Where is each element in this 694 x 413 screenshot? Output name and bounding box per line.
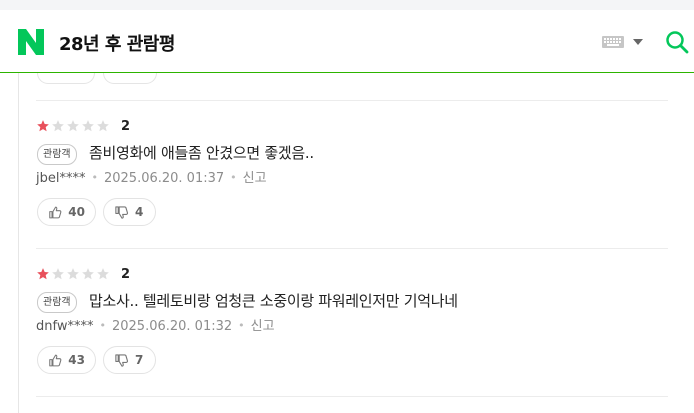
separator-dot: •: [238, 319, 245, 332]
star-rating: [36, 119, 110, 135]
previous-dislike-button[interactable]: [103, 73, 157, 84]
review-item: 2 관람객 좀비영화에 애들좀 안겼으면 좋겠음.. jbel**** • 2025…: [36, 119, 676, 259]
star-empty-icon: [52, 120, 64, 132]
page-title: 28년 후 관람평: [59, 34, 175, 55]
rating-score: 2: [121, 267, 131, 282]
star-empty-icon: [67, 268, 79, 280]
review-item: 2 관람객 맙소사.. 텔레토비랑 엄청큰 소중이랑 파워레인저만 기억나네 d…: [36, 267, 676, 407]
separator-dot: •: [230, 171, 237, 184]
review-user[interactable]: jbel****: [36, 171, 85, 186]
star-empty-icon: [97, 268, 109, 280]
like-count: 43: [68, 353, 85, 367]
review-date: 2025.06.20. 01:37: [103, 171, 225, 186]
review-date: 2025.06.20. 01:32: [111, 319, 233, 334]
review-meta: dnfw**** • 2025.06.20. 01:32 • 신고: [36, 315, 275, 334]
review-text: 좀비영화에 애들좀 안겼으면 좋겠음..: [89, 144, 314, 162]
dislike-count: 4: [135, 205, 144, 219]
divider: [36, 248, 668, 249]
dropdown-caret-icon[interactable]: [633, 39, 643, 46]
star-empty-icon: [67, 120, 79, 132]
previous-like-button[interactable]: [37, 73, 95, 84]
left-border: [18, 73, 19, 413]
star-empty-icon: [97, 120, 109, 132]
separator-dot: •: [99, 319, 106, 332]
dislike-button[interactable]: 4: [103, 198, 156, 226]
thumbs-up-icon: [49, 354, 62, 366]
star-empty-icon: [82, 120, 94, 132]
separator-dot: •: [91, 171, 98, 184]
like-button[interactable]: 43: [37, 346, 96, 374]
thumbs-down-icon: [115, 205, 129, 219]
report-link[interactable]: 신고: [251, 319, 275, 334]
divider: [36, 396, 668, 397]
like-count: 40: [68, 205, 85, 219]
review-text: 맙소사.. 텔레토비랑 엄청큰 소중이랑 파워레인저만 기억나네: [89, 292, 458, 310]
star-empty-icon: [52, 268, 64, 280]
star-filled-icon: [37, 268, 49, 280]
viewer-badge: 관람객: [37, 292, 77, 313]
divider: [36, 100, 668, 101]
report-link[interactable]: 신고: [243, 171, 267, 186]
review-user[interactable]: dnfw****: [36, 319, 93, 334]
thumbs-down-icon: [115, 353, 129, 367]
thumbs-up-icon: [49, 206, 62, 218]
top-strip: [0, 0, 694, 10]
star-rating: [36, 267, 110, 283]
like-button[interactable]: 40: [37, 198, 96, 226]
review-meta: jbel**** • 2025.06.20. 01:37 • 신고: [36, 167, 267, 186]
star-empty-icon: [82, 268, 94, 280]
app-header: 28년 후 관람평: [0, 10, 694, 73]
viewer-badge: 관람객: [37, 144, 77, 165]
rating-score: 2: [121, 119, 131, 134]
star-filled-icon: [37, 120, 49, 132]
search-icon[interactable]: [665, 30, 689, 54]
dislike-button[interactable]: 7: [103, 346, 156, 374]
keyboard-icon[interactable]: [602, 36, 624, 48]
naver-logo-icon[interactable]: [18, 29, 44, 55]
dislike-count: 7: [135, 353, 144, 367]
